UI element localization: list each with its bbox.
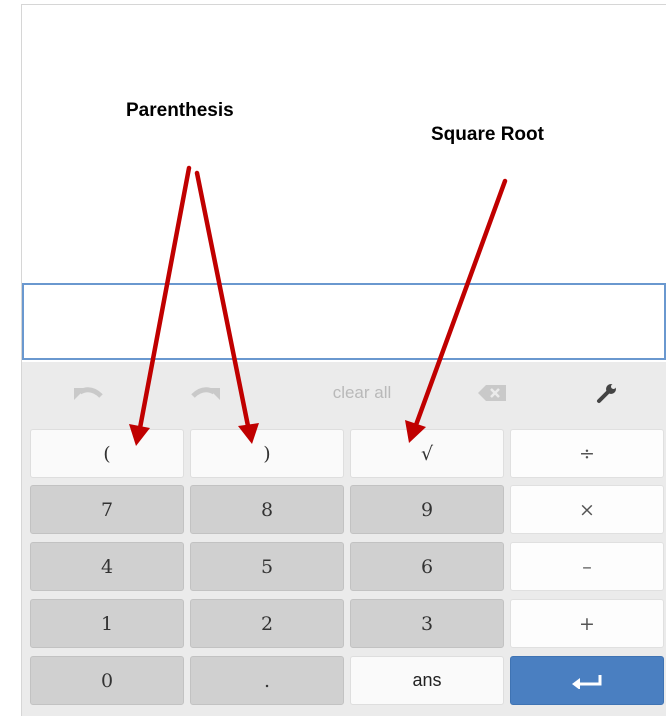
wrench-icon — [597, 384, 616, 403]
digit-5-key[interactable]: 5 — [190, 542, 344, 591]
open-parenthesis-key[interactable]: ( — [30, 429, 184, 478]
backspace-icon — [478, 385, 506, 401]
undo-button[interactable] — [62, 376, 112, 410]
digit-0-key[interactable]: 0 — [30, 656, 184, 705]
settings-button[interactable] — [582, 376, 632, 410]
plus-key[interactable]: + — [510, 599, 664, 648]
enter-key[interactable] — [510, 656, 664, 705]
calculator-display[interactable] — [22, 283, 666, 360]
digit-8-key[interactable]: 8 — [190, 485, 344, 534]
digit-2-key[interactable]: 2 — [190, 599, 344, 648]
divide-key[interactable]: ÷ — [510, 429, 664, 478]
calculator-toolbar: clear all — [22, 362, 666, 426]
digit-7-key[interactable]: 7 — [30, 485, 184, 534]
square-root-annotation-label: Square Root — [431, 124, 544, 145]
calculator-keypad: ( ) √ ÷ 7 8 9 × 4 5 6 – 1 2 3 + 0 . ans — [22, 426, 666, 716]
digit-9-key[interactable]: 9 — [350, 485, 504, 534]
ans-key[interactable]: ans — [350, 656, 504, 705]
digit-3-key[interactable]: 3 — [350, 599, 504, 648]
decimal-point-key[interactable]: . — [190, 656, 344, 705]
minus-key[interactable]: – — [510, 542, 664, 591]
clear-all-button[interactable]: clear all — [302, 376, 422, 410]
enter-return-icon — [572, 674, 602, 689]
redo-arrow-icon — [191, 387, 220, 400]
backspace-button[interactable] — [467, 376, 517, 410]
square-root-key[interactable]: √ — [350, 429, 504, 478]
digit-1-key[interactable]: 1 — [30, 599, 184, 648]
redo-button[interactable] — [182, 376, 232, 410]
digit-4-key[interactable]: 4 — [30, 542, 184, 591]
undo-arrow-icon — [74, 387, 103, 400]
multiply-key[interactable]: × — [510, 485, 664, 534]
parenthesis-annotation-label: Parenthesis — [126, 100, 234, 121]
close-parenthesis-key[interactable]: ) — [190, 429, 344, 478]
digit-6-key[interactable]: 6 — [350, 542, 504, 591]
